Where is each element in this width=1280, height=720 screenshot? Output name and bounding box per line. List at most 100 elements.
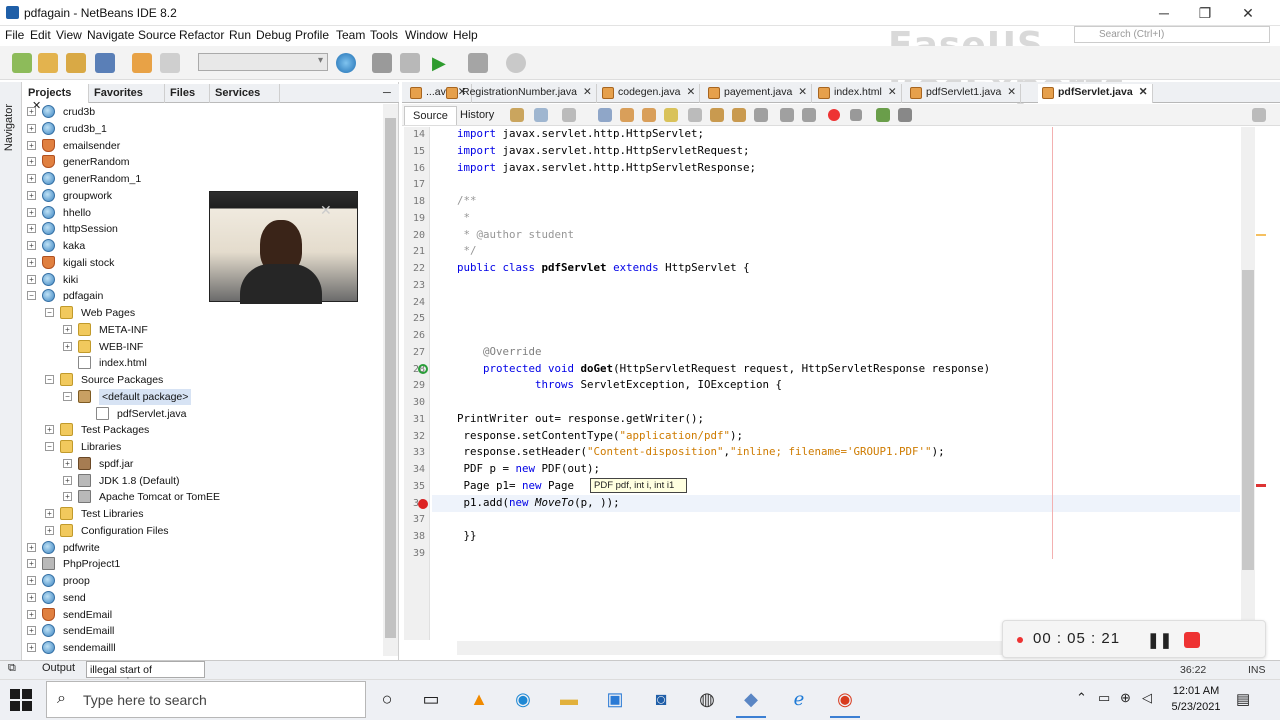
code-line[interactable]: PDF p = new PDF(out); [457, 461, 601, 477]
output-window-icon[interactable]: ⧉ [8, 662, 16, 675]
app-icon[interactable]: ◍ [692, 684, 722, 714]
tree-node[interactable]: + spdf.jar [23, 456, 383, 472]
code-line[interactable]: PrintWriter out= response.getWriter(); [457, 411, 704, 427]
menu-help[interactable]: Help [453, 28, 478, 42]
file-explorer-icon[interactable]: ▬ [554, 684, 584, 714]
code-line[interactable]: import javax.servlet.http.HttpServletReq… [457, 143, 750, 159]
code-line[interactable]: public class pdfServlet extends HttpServ… [457, 260, 750, 276]
start-macro-icon[interactable] [828, 109, 840, 121]
tree-node[interactable]: + META-INF [23, 322, 383, 338]
close-icon[interactable]: ✕ [686, 86, 695, 98]
close-icon[interactable]: ✕ [320, 202, 332, 219]
menu-navigate[interactable]: Navigate [87, 28, 134, 42]
expand-icon[interactable]: + [63, 458, 72, 468]
tab-services[interactable]: Services [210, 84, 280, 103]
expand-icon[interactable]: + [27, 643, 36, 652]
close-icon[interactable]: ✕ [1007, 86, 1016, 98]
shift-left-icon[interactable] [780, 108, 794, 122]
windows-start-icon[interactable] [10, 689, 32, 711]
configuration-dropdown[interactable] [198, 53, 328, 71]
collapse-icon[interactable]: − [45, 308, 54, 317]
store-icon[interactable]: ▣ [600, 684, 630, 714]
code-line[interactable]: */ [457, 243, 477, 259]
undo-icon[interactable] [132, 53, 152, 73]
tree-node[interactable]: + generRandom [23, 154, 383, 170]
code-line[interactable]: response.setContentType("application/pdf… [457, 428, 744, 444]
menu-source[interactable]: Source [138, 28, 176, 42]
tree-node[interactable]: index.html [23, 355, 383, 371]
editor-tab[interactable]: payement.java ✕ [704, 84, 813, 103]
expand-icon[interactable]: + [27, 257, 36, 267]
expand-icon[interactable]: + [27, 609, 36, 619]
expand-icon[interactable]: + [27, 241, 36, 250]
stop-button[interactable] [1184, 632, 1200, 648]
editor-scrollbar-thumb[interactable] [1242, 270, 1254, 570]
browser-globe-icon[interactable] [336, 53, 356, 73]
profile-icon[interactable] [506, 53, 526, 73]
expand-icon[interactable]: + [63, 341, 72, 351]
shift-right-icon[interactable] [802, 108, 816, 122]
expand-icon[interactable]: + [45, 425, 54, 435]
editor-tab[interactable]: pdfServlet1.java ✕ [906, 84, 1022, 103]
tree-node[interactable]: + Test Packages [23, 422, 383, 438]
uncomment-icon[interactable] [898, 108, 912, 122]
tree-node[interactable]: + send [23, 590, 383, 606]
expand-icon[interactable]: + [27, 140, 36, 150]
editor-tab[interactable]: pdfServlet.java ✕ [1038, 84, 1153, 103]
run-icon[interactable]: ▶ [432, 53, 452, 73]
collapse-icon[interactable]: − [45, 442, 54, 451]
notifications-icon[interactable]: ▤ [1236, 690, 1250, 708]
network-icon[interactable]: ⊕ [1120, 690, 1131, 706]
recexperts-taskbar-icon[interactable]: ◉ [830, 684, 860, 718]
tree-node[interactable]: − Libraries [23, 439, 383, 455]
menu-view[interactable]: View [56, 28, 82, 42]
tab-source[interactable]: Source [404, 106, 457, 125]
toggle-bookmark-icon[interactable] [754, 108, 768, 122]
tab-favorites[interactable]: Favorites [89, 84, 165, 103]
editor-tab[interactable]: index.html ✕ [814, 84, 902, 103]
taskbar-clock[interactable]: 12:01 AM 5/23/2021 [1160, 683, 1232, 715]
expand-icon[interactable]: + [27, 224, 36, 234]
tree-node[interactable]: + proop [23, 573, 383, 589]
editor-tab[interactable]: codegen.java ✕ [598, 84, 701, 103]
vlc-icon[interactable]: ▲ [464, 684, 494, 714]
expand-icon[interactable]: + [27, 157, 36, 167]
close-icon[interactable]: ✕ [583, 86, 592, 98]
tree-node[interactable]: + sendEmaill [23, 623, 383, 639]
tree-node[interactable]: − Source Packages [23, 372, 383, 388]
warning-stripe-marker[interactable] [1256, 234, 1266, 236]
battery-icon[interactable]: ▭ [1098, 690, 1110, 706]
clean-build-icon[interactable] [400, 53, 420, 73]
code-line[interactable]: import javax.servlet.http.HttpServlet; [457, 127, 704, 142]
close-button[interactable]: ✕ [1226, 0, 1270, 26]
expand-icon[interactable]: + [27, 174, 36, 183]
minimize-panel-button[interactable]: ─ [378, 84, 396, 103]
override-annotation-icon[interactable] [418, 364, 428, 374]
find-next-icon[interactable] [642, 108, 656, 122]
find-icon[interactable] [598, 108, 612, 122]
toggle-selection-icon[interactable] [688, 108, 702, 122]
expand-icon[interactable]: + [27, 190, 36, 200]
tree-node[interactable]: + crud3b [23, 104, 383, 120]
tree-node[interactable]: + Apache Tomcat or TomEE [23, 489, 383, 505]
expand-icon[interactable]: + [27, 123, 36, 133]
tree-node[interactable]: − <default package> [23, 388, 383, 405]
tree-node[interactable]: + Configuration Files [23, 523, 383, 539]
menu-window[interactable]: Window [405, 28, 448, 42]
code-line[interactable]: * @author student [457, 227, 575, 243]
previous-bookmark-icon[interactable] [710, 108, 724, 122]
tree-node[interactable]: + pdfwrite [23, 540, 383, 556]
collapse-icon[interactable]: − [27, 291, 36, 301]
task-view-icon[interactable]: ▭ [416, 684, 446, 714]
volume-icon[interactable]: ◁ [1142, 690, 1152, 706]
expand-icon[interactable]: + [27, 626, 36, 636]
tree-node[interactable]: + WEB-INF [23, 339, 383, 355]
code-line[interactable]: import javax.servlet.http.HttpServletRes… [457, 160, 756, 176]
code-line[interactable]: response.setHeader("Content-disposition"… [457, 444, 945, 460]
expand-icon[interactable]: + [27, 576, 36, 585]
expand-icon[interactable]: + [27, 559, 36, 569]
cortana-icon[interactable]: ○ [372, 684, 402, 714]
expand-icon[interactable]: + [63, 475, 72, 485]
next-bookmark-icon[interactable] [732, 108, 746, 122]
tree-node[interactable]: + generRandom_1 [23, 171, 383, 187]
